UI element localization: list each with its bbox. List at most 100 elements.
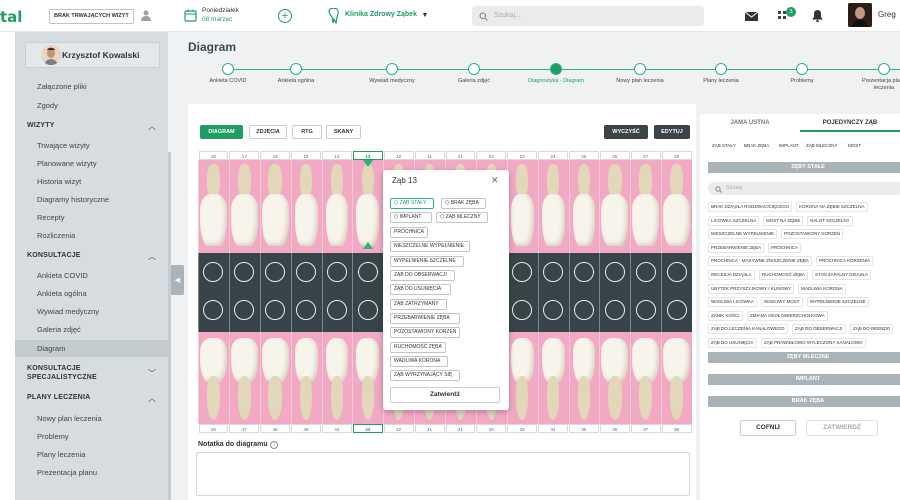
tooth-number[interactable]: 36: [599, 424, 630, 433]
condition-tag[interactable]: NALOT SZCZELNY: [807, 215, 853, 226]
condition-tag[interactable]: LICÓWKA SZCZELNA: [708, 215, 760, 226]
calendar-icon[interactable]: [183, 8, 197, 22]
upper-tooth[interactable]: [230, 194, 258, 246]
step-label[interactable]: Prezentacja planu leczenia: [854, 78, 900, 92]
tooth-number[interactable]: 11: [414, 151, 445, 160]
tooth-number[interactable]: 33: [507, 424, 538, 433]
condition-tag[interactable]: ZĄB DO OBSERWACJI: [792, 324, 846, 335]
chevron-down-icon[interactable]: ﹀: [148, 368, 156, 379]
tab-oral-cavity[interactable]: JAMA USTNA: [700, 114, 800, 132]
popup-confirm-button[interactable]: Zatwierdź: [390, 387, 500, 403]
collapse-sidebar-button[interactable]: ◀: [171, 265, 184, 295]
upper-tooth[interactable]: [325, 194, 349, 246]
popup-chip[interactable]: ZĄB DO OBSERWACJI: [390, 270, 455, 281]
edit-button[interactable]: EDYTUJ: [654, 125, 690, 139]
sidebar-scrollbar[interactable]: [168, 152, 171, 500]
tooth-number[interactable]: 32: [476, 424, 507, 433]
tooth-number[interactable]: 46: [260, 424, 291, 433]
add-plus-icon[interactable]: +: [278, 9, 292, 23]
sidebar-item-new-plan[interactable]: Nowy plan leczenia: [37, 414, 102, 423]
popup-chip[interactable]: WYPEŁNIENIE SZCZELNE: [390, 256, 464, 267]
condition-tag[interactable]: WADLIWA LICÓWKA: [708, 297, 757, 308]
condition-tag[interactable]: KORONA NA ZĘBIE SZCZELNA: [796, 202, 868, 212]
popup-chip[interactable]: WADLIWA KORONA: [390, 356, 448, 367]
condition-tag[interactable]: UBYTEK PRZYSZYJKOWY / KLINOWY: [708, 283, 795, 294]
upper-tooth[interactable]: [541, 194, 565, 246]
sidebar-section-plany[interactable]: PLANY LECZENIA: [27, 394, 90, 401]
tooth-number[interactable]: 27: [630, 151, 661, 160]
clinic-selector[interactable]: Klinika Zdrowy Ząbek: [345, 11, 417, 18]
tab-xray[interactable]: RTG: [292, 125, 322, 139]
tab-photos[interactable]: ZDJĘCIA: [249, 125, 287, 139]
tooth-surface-map[interactable]: [635, 300, 656, 320]
tooth-type-tag[interactable]: IMPLANT: [777, 142, 801, 150]
condition-tag[interactable]: NIESZCZELNE WYPEŁNIENIE: [708, 229, 778, 240]
chevron-up-icon[interactable]: ︿: [148, 121, 156, 132]
sidebar-item-plans[interactable]: Plany leczenia: [37, 450, 85, 459]
sidebar-item-planned-visits[interactable]: Planowane wizyty: [37, 159, 97, 168]
upper-tooth[interactable]: [632, 194, 660, 246]
section-permanent-teeth[interactable]: ZĘBY STAŁE: [708, 162, 900, 173]
tooth-number[interactable]: 45: [291, 424, 321, 433]
step-marker[interactable]: [796, 63, 808, 75]
condition-search-input[interactable]: Szukaj: [708, 182, 900, 195]
sidebar-item-visit-history[interactable]: Historia wizyt: [37, 177, 81, 186]
sidebar-item-photo-gallery[interactable]: Galeria zdjęć: [37, 325, 81, 334]
condition-tag[interactable]: BRAK DZIĄSŁA RODZWACICIĘCEGO: [708, 202, 793, 212]
tooth-number[interactable]: 37: [630, 424, 661, 433]
info-icon[interactable]: i: [270, 441, 278, 449]
step-marker[interactable]: [715, 63, 727, 75]
tooth-surface-map[interactable]: [543, 262, 564, 282]
tooth-number[interactable]: 18: [198, 151, 229, 160]
tooth-number[interactable]: 41: [414, 424, 445, 433]
step-label[interactable]: Nowy plan leczenia: [610, 78, 670, 85]
notes-textarea[interactable]: [196, 452, 690, 496]
sidebar-item-diagram[interactable]: Diagram: [37, 344, 65, 353]
upper-tooth[interactable]: [294, 194, 318, 246]
condition-tag[interactable]: PRÓCHNICA - MASYWNE ZNISZCZENIE ZĘBA: [708, 256, 812, 267]
tooth-surface-map[interactable]: [573, 262, 594, 282]
current-date[interactable]: Poniedziałek 08 marzec: [202, 6, 239, 24]
step-label[interactable]: Diagnostyka - Diagram: [526, 78, 586, 85]
popup-chip[interactable]: NIESZCZELNE WYPEŁNIENIE: [390, 241, 470, 252]
confirm-button[interactable]: ZATWIERDŹ: [806, 420, 878, 436]
clear-button[interactable]: WYCZYŚĆ: [604, 125, 648, 139]
popup-chip[interactable]: ZĄB WYRZYNAJĄCY SIĘ: [390, 370, 460, 381]
sidebar-section-specialist-2[interactable]: SPECJALISTYCZNE: [27, 374, 97, 381]
tooth-number[interactable]: 25: [569, 151, 599, 160]
popup-chip[interactable]: ⬡ ZĄB MLECZNY: [436, 212, 488, 223]
tooth-surface-map[interactable]: [543, 300, 564, 320]
tooth-number[interactable]: 48: [198, 424, 229, 433]
sidebar-item-prescriptions[interactable]: Recepty: [37, 213, 65, 222]
sidebar-item-ongoing-visits[interactable]: Trwające wizyty: [37, 141, 90, 150]
condition-tag[interactable]: ZĄB DO LECZENIA KANAŁOWEGO: [708, 324, 788, 335]
user-icon[interactable]: [140, 10, 151, 21]
condition-tag[interactable]: PRÓCHNICA KORZENIA: [816, 256, 874, 267]
step-marker[interactable]: [386, 63, 398, 75]
upper-tooth[interactable]: [572, 194, 596, 246]
sidebar-item-medical-interview[interactable]: Wywiad medyczny: [37, 307, 99, 316]
popup-chip[interactable]: RUCHOMOŚĆ ZĘBA: [390, 342, 446, 353]
tooth-surface-map[interactable]: [296, 262, 317, 282]
tooth-number[interactable]: 44: [322, 424, 352, 433]
tooth-number[interactable]: 35: [569, 424, 599, 433]
step-label[interactable]: Ankieta COVID: [198, 78, 258, 85]
step-marker[interactable]: [550, 63, 562, 75]
tooth-number[interactable]: 23: [507, 151, 538, 160]
popup-chip[interactable]: POZOSTAWIONY KORZEŃ: [390, 327, 461, 338]
tooth-number[interactable]: 12: [383, 151, 414, 160]
tooth-surface-map[interactable]: [604, 262, 625, 282]
tooth-surface-map[interactable]: [326, 262, 347, 282]
popup-chip[interactable]: ⬡ ZĄB STAŁY: [390, 198, 434, 209]
upper-tooth[interactable]: [261, 194, 289, 246]
step-marker[interactable]: [878, 63, 890, 75]
chevron-down-icon[interactable]: ▼: [421, 11, 429, 19]
tooth-number[interactable]: 16: [260, 151, 291, 160]
condition-tag[interactable]: PRZEBARWIENIE ZĘBA: [708, 242, 765, 253]
sidebar-item-settlements[interactable]: Rozliczenia: [37, 231, 75, 240]
chevron-up-icon[interactable]: ︿: [148, 251, 156, 262]
tooth-surface-map[interactable]: [357, 300, 378, 320]
popup-chip[interactable]: ⬡ BRAK ZĘBA: [441, 198, 486, 209]
upper-tooth[interactable]: [356, 194, 380, 246]
mail-icon[interactable]: [744, 11, 758, 21]
